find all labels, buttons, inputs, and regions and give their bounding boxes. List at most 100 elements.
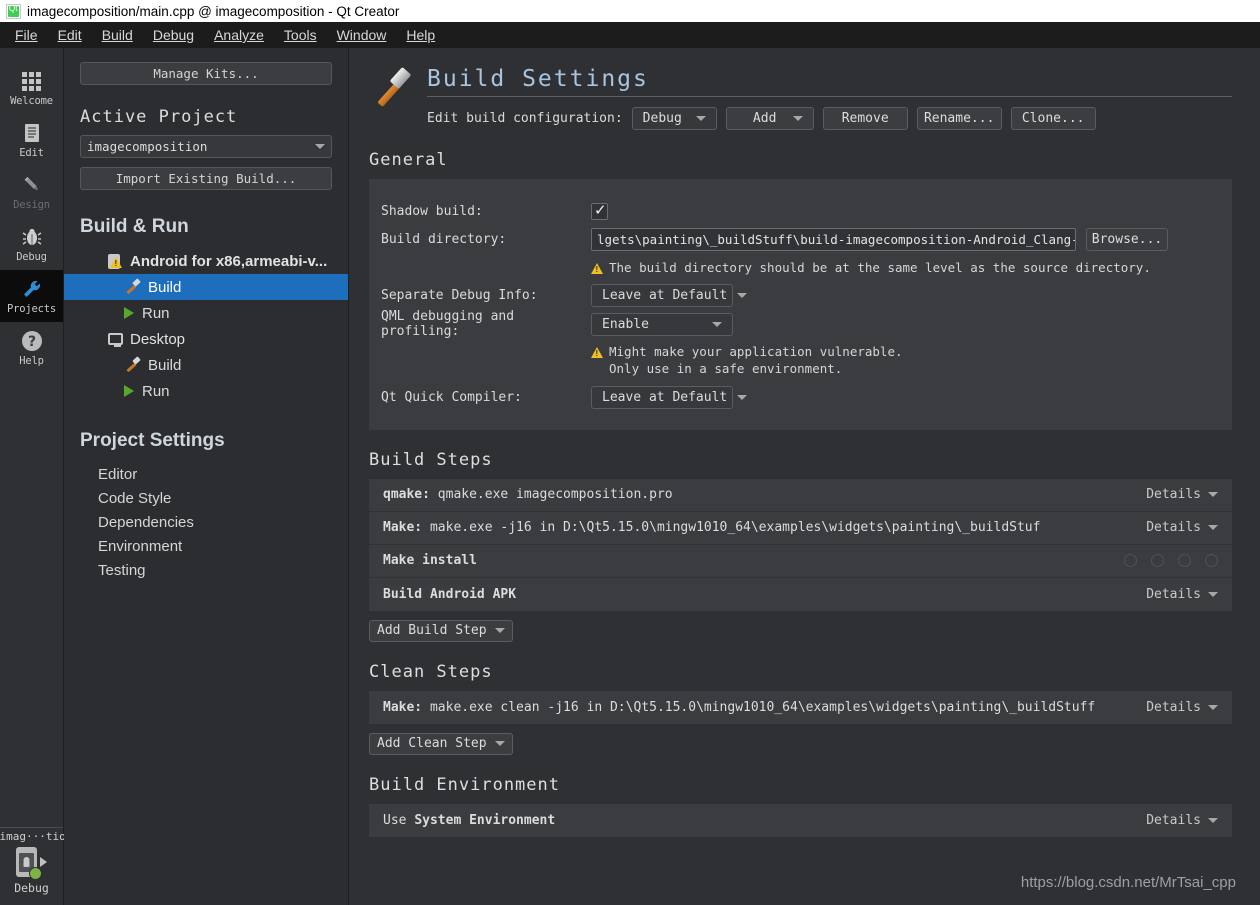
qml-debug-warning-line1: Might make your application vulnerable. <box>609 344 903 359</box>
chevron-down-icon <box>494 741 505 747</box>
build-step-make-install[interactable]: Make install <box>369 544 1232 578</box>
menu-analyze[interactable]: Analyze <box>205 24 273 46</box>
separate-debug-label: Separate Debug Info: <box>381 287 538 303</box>
kit-run-selector[interactable]: imag···tion Debug <box>0 827 64 905</box>
general-section-heading: General <box>369 150 448 170</box>
build-directory-input[interactable]: lgets\painting\_buildStuff\build-imageco… <box>591 227 1076 251</box>
mode-welcome[interactable]: Welcome <box>0 62 63 114</box>
sidebar-item-editor[interactable]: Editor <box>80 462 332 486</box>
project-settings-heading: Project Settings <box>80 430 225 451</box>
mode-label-design: Design <box>13 199 50 211</box>
build-environment-details-button[interactable]: Details <box>1146 813 1218 828</box>
add-config-button[interactable]: Add <box>725 107 814 130</box>
import-existing-build-button[interactable]: Import Existing Build... <box>80 167 332 190</box>
mode-label-welcome: Welcome <box>10 95 53 107</box>
menu-tools[interactable]: Tools <box>275 24 326 46</box>
sidebar-item-code-style[interactable]: Code Style <box>80 486 332 510</box>
shadow-build-label: Shadow build: <box>381 203 483 219</box>
wrench-icon <box>20 277 44 301</box>
kit-node-desktop[interactable]: Desktop <box>80 326 332 352</box>
build-step-qmake-details-button[interactable]: Details <box>1146 487 1218 502</box>
build-config-value: Debug <box>642 111 682 126</box>
window-titlebar: imagecomposition/main.cpp @ imagecomposi… <box>0 0 1260 22</box>
sidebar-item-desktop-build[interactable]: Build <box>80 352 332 378</box>
mode-edit[interactable]: Edit <box>0 114 63 166</box>
sidebar-item-android-run[interactable]: Run <box>80 300 332 326</box>
menu-build[interactable]: Build <box>93 24 142 46</box>
build-directory-warning-text: The build directory should be at the sam… <box>609 260 1151 276</box>
android-device-icon <box>16 847 42 880</box>
sidebar-item-desktop-run[interactable]: Run <box>80 378 332 404</box>
build-step-qmake[interactable]: qmake: qmake.exe imagecomposition.pro De… <box>369 478 1232 512</box>
browse-button[interactable]: Browse... <box>1086 227 1168 251</box>
add-build-step-button[interactable]: Add Build Step <box>369 619 513 642</box>
qml-debug-combo[interactable]: Enable <box>591 312 733 336</box>
warning-icon <box>591 263 603 275</box>
clean-step-make-details-button[interactable]: Details <box>1146 700 1218 715</box>
rename-config-button[interactable]: Rename... <box>916 107 1002 130</box>
clone-config-button[interactable]: Clone... <box>1010 107 1096 130</box>
build-step-android-apk[interactable]: Build Android APK Details <box>369 577 1232 611</box>
chevron-down-icon <box>792 116 803 121</box>
sidebar-item-android-build-label: Build <box>148 278 182 296</box>
chevron-down-icon <box>737 395 748 401</box>
chevron-down-icon <box>494 628 505 634</box>
build-directory-label: Build directory: <box>381 231 507 247</box>
sidebar-item-environment[interactable]: Environment <box>80 534 332 558</box>
mode-label-projects: Projects <box>7 303 56 315</box>
play-icon <box>124 307 134 319</box>
build-config-combo[interactable]: Debug <box>631 107 717 130</box>
general-settings-panel: Shadow build: Build directory: lgets\pai… <box>369 179 1232 430</box>
manage-kits-button[interactable]: Manage Kits... <box>80 62 332 85</box>
add-clean-step-button[interactable]: Add Clean Step <box>369 732 513 755</box>
clean-steps-heading: Clean Steps <box>369 661 493 682</box>
build-settings-pane: Build Settings Edit build configuration:… <box>349 48 1260 905</box>
build-environment-row[interactable]: Use System Environment Details <box>369 803 1232 837</box>
sidebar-item-android-run-label: Run <box>142 304 170 322</box>
menu-help[interactable]: Help <box>397 24 444 46</box>
separate-debug-value: Leave at Default <box>602 287 728 303</box>
active-project-combo[interactable]: imagecomposition <box>80 135 332 158</box>
chevron-down-icon <box>1208 817 1218 823</box>
separate-debug-row: Separate Debug Info: Leave at Default <box>381 281 1218 309</box>
kit-node-android-label: Android for x86,armeabi-v... <box>130 252 328 270</box>
details-label: Details <box>1146 699 1201 715</box>
sidebar-item-desktop-run-label: Run <box>142 382 170 400</box>
document-icon <box>21 121 43 145</box>
title-underline <box>427 96 1232 97</box>
separate-debug-combo[interactable]: Leave at Default <box>591 283 748 307</box>
build-directory-warning-row: The build directory should be at the sam… <box>381 253 1218 281</box>
build-step-make-command: make.exe -j16 in D:\Qt5.15.0\mingw1010_6… <box>422 520 1041 536</box>
sidebar-item-testing[interactable]: Testing <box>80 558 332 582</box>
chevron-down-icon <box>315 144 325 149</box>
shadow-build-checkbox[interactable] <box>591 201 608 220</box>
remove-config-button[interactable]: Remove <box>822 107 908 130</box>
build-environment-prefix: Use <box>383 812 415 828</box>
mode-design[interactable]: Design <box>0 166 63 218</box>
build-step-make-details-button[interactable]: Details <box>1146 520 1218 535</box>
kit-node-android[interactable]: Android for x86,armeabi-v... <box>80 248 332 274</box>
menu-file[interactable]: File <box>6 24 47 46</box>
build-steps-list: qmake: qmake.exe imagecomposition.pro De… <box>369 478 1232 611</box>
sidebar-item-android-build[interactable]: Build <box>64 274 348 300</box>
svg-text:?: ? <box>27 334 35 350</box>
clean-step-make[interactable]: Make: make.exe clean -j16 in D:\Qt5.15.0… <box>369 690 1232 724</box>
menu-window[interactable]: Window <box>328 24 396 46</box>
qt-quick-compiler-label: Qt Quick Compiler: <box>381 390 522 406</box>
mode-projects[interactable]: Projects <box>0 270 63 322</box>
hammer-icon <box>124 278 141 295</box>
run-arrow-icon[interactable] <box>40 857 47 867</box>
build-step-make[interactable]: Make: make.exe -j16 in D:\Qt5.15.0\mingw… <box>369 511 1232 545</box>
menu-edit[interactable]: Edit <box>49 24 91 46</box>
mode-help[interactable]: ? Help <box>0 322 63 374</box>
qt-quick-compiler-combo[interactable]: Leave at Default <box>591 386 748 410</box>
build-step-qmake-label: qmake: <box>383 487 430 503</box>
bug-icon <box>21 225 43 249</box>
mode-debug[interactable]: Debug <box>0 218 63 270</box>
qml-debug-warning: Might make your application vulnerable. … <box>591 339 903 380</box>
build-step-android-apk-details-button[interactable]: Details <box>1146 587 1218 602</box>
page-header: Build Settings Edit build configuration:… <box>369 66 1232 130</box>
menu-debug[interactable]: Debug <box>144 24 203 46</box>
sidebar-item-dependencies[interactable]: Dependencies <box>80 510 332 534</box>
mode-label-edit: Edit <box>19 147 44 159</box>
